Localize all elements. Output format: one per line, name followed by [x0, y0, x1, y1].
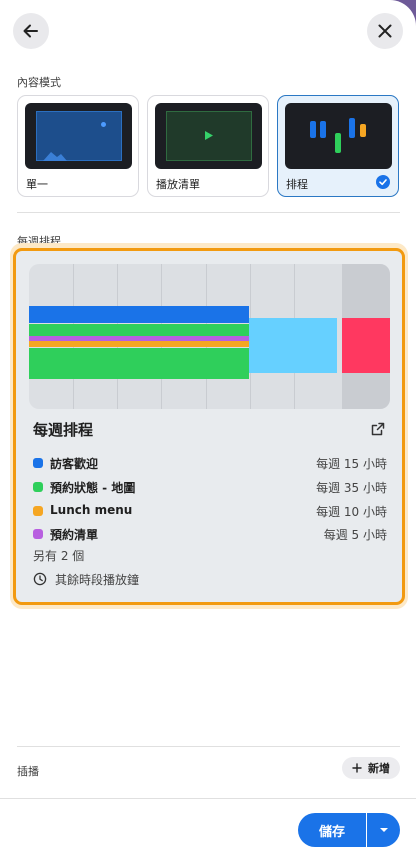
weekly-schedule-title: 每週排程	[33, 421, 94, 439]
close-icon	[378, 24, 392, 38]
mode-option-playlist[interactable]: 播放清單	[147, 95, 269, 197]
arrow-left-icon	[23, 24, 38, 38]
schedule-block-light-blue	[249, 318, 337, 373]
schedule-item-name: 預約清單	[50, 528, 99, 542]
weekly-schedule-card[interactable]: 每週排程 訪客歡迎 每週 15 小時 預約狀態 - 地圖 每週 35 小時 Lu…	[13, 248, 405, 605]
playlist-preview-thumbnail	[155, 103, 262, 169]
add-button-label: 新增	[368, 762, 390, 775]
open-external-icon[interactable]	[370, 421, 386, 437]
footer-divider	[0, 798, 416, 799]
close-button[interactable]	[367, 13, 403, 49]
fallback-text: 其餘時段播放鐘	[55, 573, 140, 587]
color-dot	[33, 529, 43, 539]
schedule-block-map-2	[29, 348, 249, 379]
schedule-preview-thumbnail	[285, 103, 392, 169]
divider	[17, 746, 400, 747]
single-preview-thumbnail	[25, 103, 132, 169]
selected-check-icon	[376, 175, 390, 189]
color-dot	[33, 458, 43, 468]
schedule-item: 訪客歡迎 每週 15 小時	[33, 454, 387, 472]
mode-single-label: 單一	[26, 178, 48, 191]
back-button[interactable]	[13, 13, 49, 49]
mode-playlist-label: 播放清單	[156, 178, 200, 191]
schedule-settings-panel: 內容模式 單一 播放清單 排程 每週排程 每週排程 訪客歡迎 每週 15 小時 …	[0, 0, 416, 860]
color-dot	[33, 506, 43, 516]
more-items-count: 另有 2 個	[33, 549, 85, 563]
schedule-item-hours: 每週 35 小時	[316, 481, 387, 495]
schedule-block-red	[342, 318, 390, 373]
schedule-item-name: Lunch menu	[50, 503, 133, 517]
schedule-block-lunch	[29, 341, 249, 347]
schedule-block-welcome	[29, 306, 249, 323]
mode-schedule-label: 排程	[286, 178, 308, 191]
save-button[interactable]: 儲存	[298, 813, 366, 847]
add-interstitial-button[interactable]: 新增	[342, 757, 400, 779]
clock-icon	[33, 572, 47, 586]
content-mode-label: 內容模式	[17, 76, 61, 89]
divider	[17, 212, 400, 213]
mode-option-single[interactable]: 單一	[17, 95, 139, 197]
schedule-item-name: 預約狀態 - 地圖	[50, 481, 136, 495]
interstitial-label: 插播	[17, 765, 39, 778]
schedule-item-hours: 每週 5 小時	[323, 528, 387, 542]
schedule-item-name: 訪客歡迎	[50, 457, 99, 471]
schedule-item-hours: 每週 10 小時	[316, 505, 387, 519]
save-options-dropdown[interactable]	[367, 813, 400, 847]
caret-down-icon	[379, 828, 388, 832]
color-dot	[33, 482, 43, 492]
schedule-item-hours: 每週 15 小時	[316, 457, 387, 471]
weekly-schedule-preview	[29, 264, 390, 409]
schedule-block-map	[29, 324, 249, 336]
schedule-item: 預約狀態 - 地圖 每週 35 小時	[33, 478, 387, 496]
mode-option-schedule[interactable]: 排程	[277, 95, 399, 197]
schedule-item: Lunch menu 每週 10 小時	[33, 502, 387, 520]
schedule-item: 預約清單 每週 5 小時	[33, 525, 387, 543]
plus-icon	[352, 763, 362, 773]
